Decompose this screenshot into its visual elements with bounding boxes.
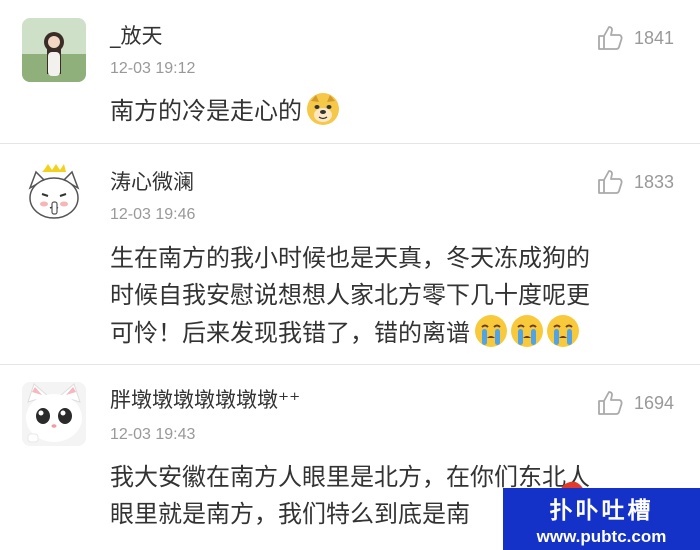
doge-emoji <box>306 92 340 137</box>
watermark-url: www.pubtc.com <box>536 527 667 546</box>
timestamp: 12-03 19:43 <box>110 426 196 443</box>
crying-emoji <box>474 314 508 359</box>
comment-text: 生在南方的我小时候也是天真，冬天冻成狗的 时候自我安慰说想想人家北方零下几十度呢… <box>110 240 670 359</box>
like-button[interactable]: 1694 <box>596 389 674 417</box>
thumbs-up-icon <box>598 170 623 194</box>
avatar[interactable] <box>22 382 86 446</box>
like-button[interactable]: 1833 <box>596 168 674 196</box>
crying-emoji <box>546 314 580 359</box>
avatar[interactable] <box>22 162 86 226</box>
watermark-badge: 扑卟吐槽 www.pubtc.com <box>503 488 700 550</box>
comment-line: 时候自我安慰说想想人家北方零下几十度呢更 <box>110 281 590 309</box>
thumbs-up-icon <box>598 26 623 50</box>
username[interactable]: 涛心微澜 <box>110 166 194 196</box>
like-button[interactable]: 1841 <box>596 24 674 52</box>
thumbs-up-icon <box>598 391 623 415</box>
timestamp: 12-03 19:46 <box>110 206 196 223</box>
watermark-title: 扑卟吐槽 <box>549 498 654 524</box>
comment-item: _放天 12-03 19:12 1841 南方的冷是走心的 <box>0 0 700 143</box>
like-count: 1841 <box>633 27 674 48</box>
like-count: 1694 <box>633 392 674 413</box>
crying-emoji <box>510 314 544 359</box>
username[interactable]: _放天 <box>110 20 163 50</box>
comment-line: 生在南方的我小时候也是天真，冬天冻成狗的 <box>110 244 590 272</box>
comment-item: 涛心微澜 12-03 19:46 1833 生在南方的我小时候也是天真，冬天冻成… <box>0 144 700 364</box>
comment-line: 可怜！后来发现我错了，错的离谱 <box>110 319 470 347</box>
comment-line-with-emojis: 可怜！后来发现我错了，错的离谱 <box>110 314 670 359</box>
avatar[interactable] <box>22 18 86 82</box>
comment-line: 南方的冷是走心的 <box>110 97 302 125</box>
timestamp: 12-03 19:12 <box>110 60 196 77</box>
like-count: 1833 <box>633 171 674 192</box>
comment-text: 南方的冷是走心的 <box>110 92 670 137</box>
username[interactable]: 胖墩墩墩墩墩墩墩⁺⁺ <box>110 384 300 414</box>
